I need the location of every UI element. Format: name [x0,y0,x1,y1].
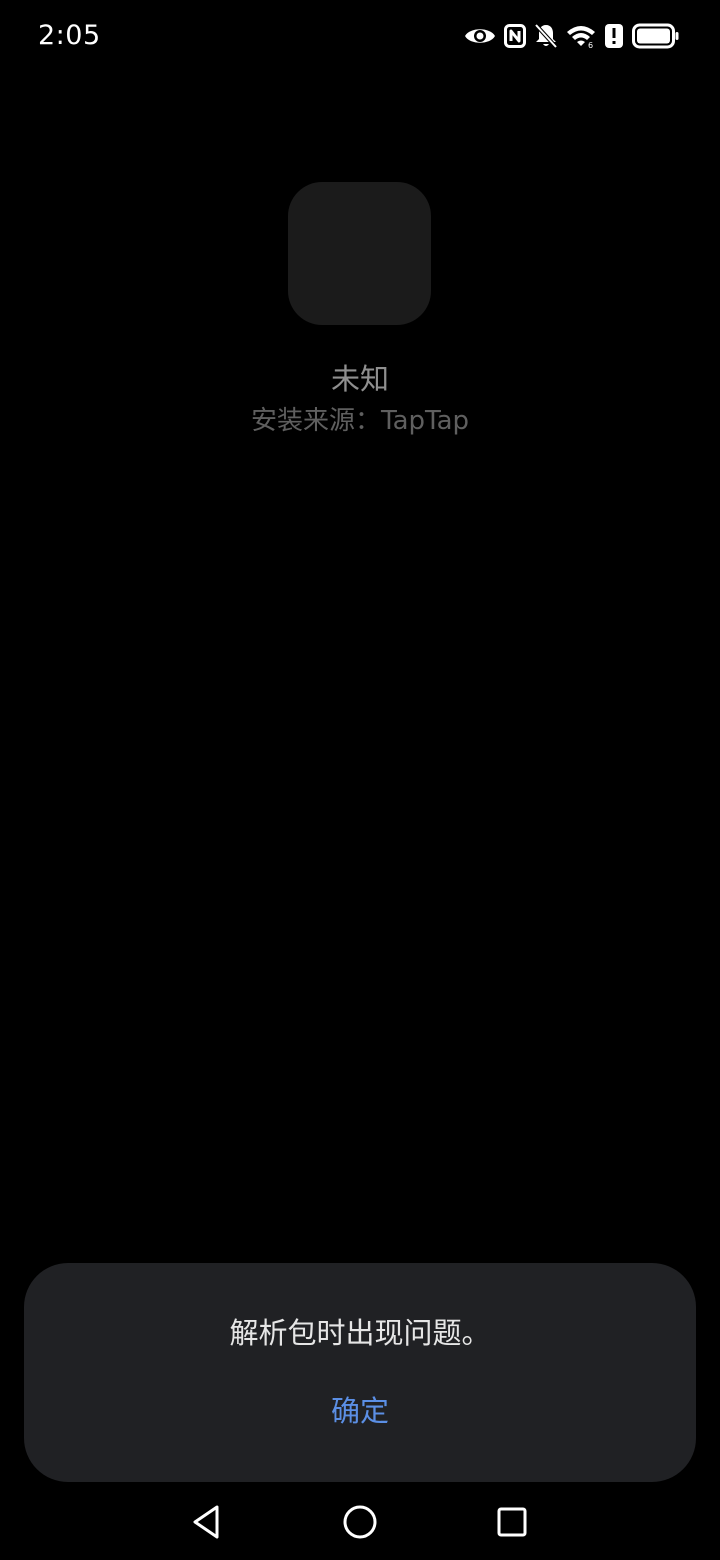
back-button[interactable] [182,1498,230,1546]
back-icon [193,1505,219,1539]
confirm-button[interactable]: 确定 [260,1387,460,1435]
navigation-bar [0,1482,720,1560]
app-name: 未知 [330,362,389,396]
wifi-icon: 6 [566,20,596,52]
status-bar: 2:05 6 [0,0,720,72]
battery-icon [632,20,680,52]
recents-icon [497,1507,527,1537]
alert-icon [604,20,624,52]
nfc-icon [504,20,526,52]
app-icon-placeholder [288,182,431,325]
home-icon [343,1505,377,1539]
home-button[interactable] [336,1498,384,1546]
recents-button[interactable] [488,1498,536,1546]
eye-icon [464,20,496,52]
bell-off-icon [534,20,558,52]
status-time: 2:05 [38,20,101,51]
error-dialog: 解析包时出现问题。 确定 [24,1263,696,1482]
install-source: 安装来源：TapTap [250,406,470,436]
dialog-message: 解析包时出现问题。 [229,1316,491,1350]
status-icons: 6 [464,20,680,52]
svg-text:6: 6 [588,41,593,48]
